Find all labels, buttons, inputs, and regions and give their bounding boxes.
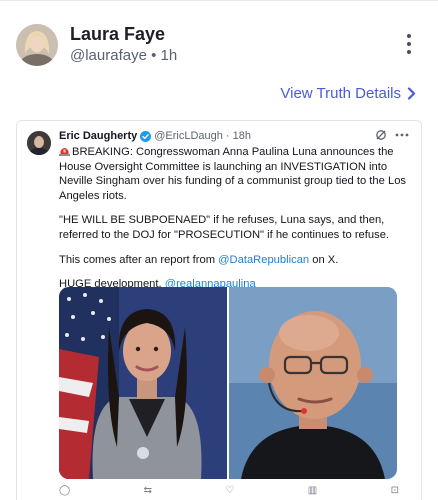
- embedded-time: 18h: [232, 130, 251, 142]
- repost-icon[interactable]: ⇆: [144, 485, 152, 496]
- ellipsis-icon: [395, 133, 409, 137]
- embedded-engagement-row: ◯ ⇆ ♡ ▥ ⊡: [59, 485, 399, 496]
- post-time[interactable]: 1h: [161, 47, 178, 64]
- embedded-post[interactable]: Eric Daugherty @EricLDaugh · 18h BREAKIN…: [16, 120, 422, 500]
- truth-post: Laura Faye @laurafaye • 1h View Truth De…: [0, 0, 438, 500]
- embedded-actions: [375, 129, 409, 141]
- photo-left: [59, 287, 227, 479]
- author-meta: @laurafaye • 1h: [70, 47, 177, 64]
- view-truth-details-label: View Truth Details: [280, 85, 401, 102]
- embedded-media[interactable]: [59, 287, 397, 479]
- author-handle[interactable]: @laurafaye: [70, 47, 147, 64]
- embedded-header: Eric Daugherty @EricLDaugh · 18h: [59, 130, 251, 142]
- embedded-separator: ·: [225, 130, 230, 142]
- views-icon[interactable]: ▥: [308, 485, 317, 496]
- more-options-button[interactable]: [402, 32, 416, 56]
- embedded-paragraph: BREAKING: Congresswoman Anna Paulina Lun…: [59, 146, 407, 202]
- like-icon[interactable]: ♡: [225, 485, 234, 496]
- embedded-handle: @EricLDaugh: [154, 130, 223, 142]
- siren-icon: [59, 148, 70, 156]
- author-name[interactable]: Laura Faye: [70, 24, 165, 45]
- divider: [0, 0, 438, 1]
- reply-icon[interactable]: ◯: [59, 485, 70, 496]
- mention-link[interactable]: @DataRepublican: [218, 254, 309, 266]
- meta-separator: •: [151, 47, 157, 64]
- verified-badge-icon: [140, 130, 152, 142]
- view-truth-details-link[interactable]: View Truth Details: [280, 85, 416, 102]
- embedded-author-name: Eric Daugherty: [59, 130, 138, 142]
- grok-icon: [376, 130, 386, 140]
- chevron-right-icon: [407, 87, 416, 100]
- bookmark-icon[interactable]: ⊡: [391, 485, 399, 496]
- embedded-text: BREAKING: Congresswoman Anna Paulina Lun…: [59, 145, 415, 302]
- embedded-paragraph: "HE WILL BE SUBPOENAED" if he refuses, L…: [59, 214, 390, 241]
- avatar[interactable]: [16, 24, 58, 66]
- embedded-paragraph: This comes after an report from @DataRep…: [59, 253, 339, 266]
- photo-right: [229, 287, 397, 479]
- more-vertical-icon: [407, 34, 411, 38]
- embedded-avatar: [27, 131, 51, 155]
